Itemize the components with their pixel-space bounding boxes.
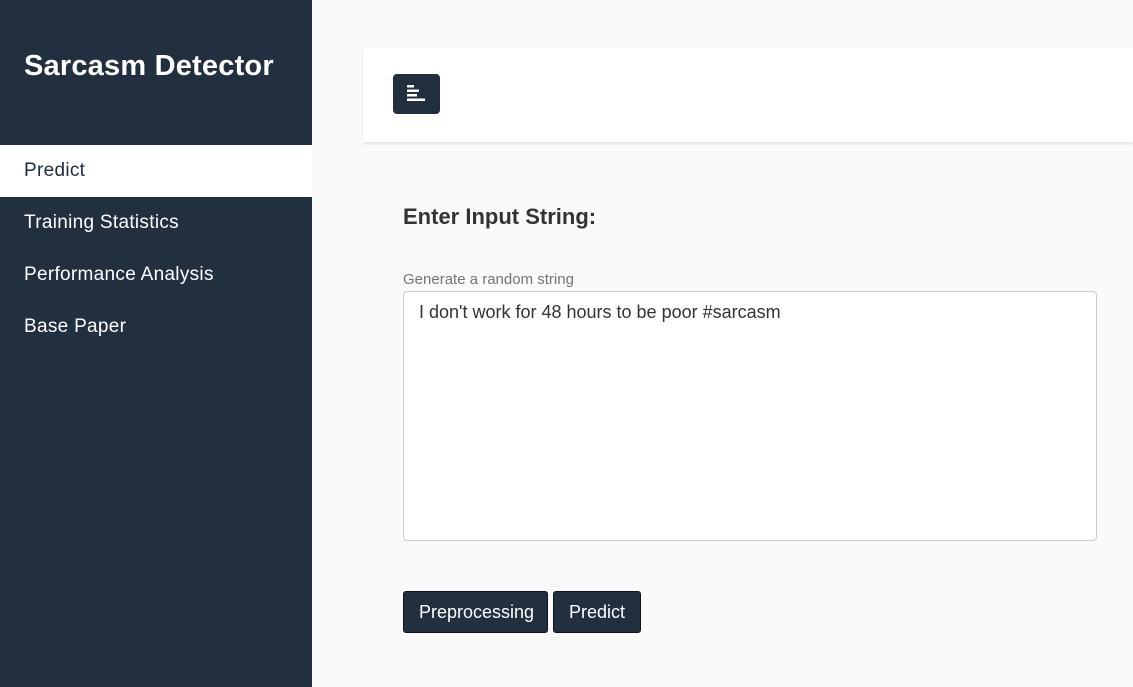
app-title: Sarcasm Detector <box>24 50 274 82</box>
sidebar-nav: Predict Training Statistics Performance … <box>0 145 312 353</box>
generate-random-string-label[interactable]: Generate a random string <box>403 271 574 288</box>
sidebar-item-training-statistics[interactable]: Training Statistics <box>0 197 312 249</box>
sidebar-toggle-button[interactable] <box>393 74 440 114</box>
sidebar-item-predict[interactable]: Predict <box>0 145 312 197</box>
input-string-textarea[interactable]: I don't work for 48 hours to be poor #sa… <box>403 291 1097 541</box>
top-bar <box>363 48 1133 142</box>
align-left-icon <box>407 85 425 101</box>
preprocessing-button[interactable]: Preprocessing <box>403 591 548 633</box>
sidebar: Sarcasm Detector Predict Training Statis… <box>0 0 312 687</box>
app-root: Sarcasm Detector Predict Training Statis… <box>0 0 1133 687</box>
sidebar-item-base-paper[interactable]: Base Paper <box>0 301 312 353</box>
predict-button[interactable]: Predict <box>553 591 641 633</box>
input-heading: Enter Input String: <box>403 204 597 229</box>
sidebar-item-performance-analysis[interactable]: Performance Analysis <box>0 249 312 301</box>
